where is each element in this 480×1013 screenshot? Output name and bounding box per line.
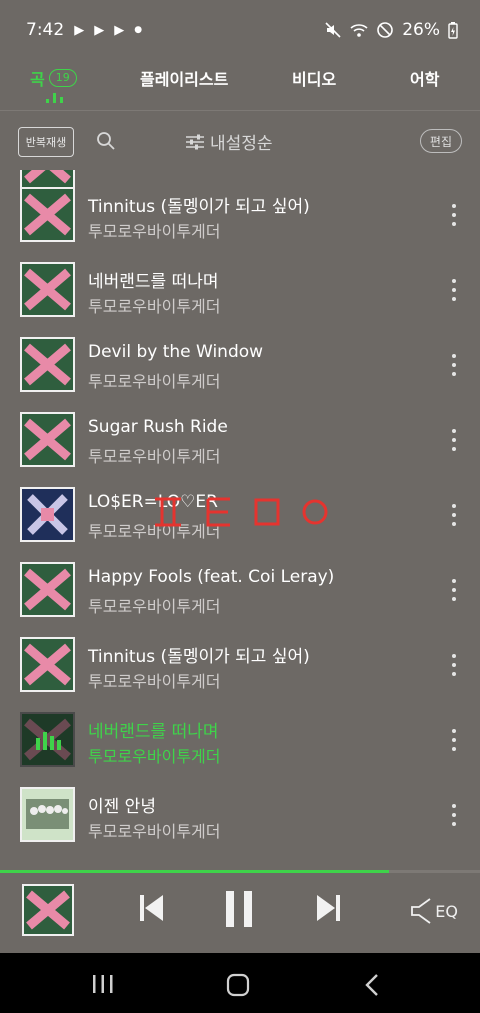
- list-toolbar: 반복재생 내설정순 편집: [0, 110, 480, 170]
- search-icon[interactable]: [96, 131, 116, 151]
- more-vertical-icon[interactable]: [452, 204, 456, 226]
- list-item[interactable]: 네버랜드를 떠나며 투모로우바이투게더: [0, 253, 480, 328]
- list-item[interactable]: Happy Fools (feat. Coi Leray) 투모로우바이투게더: [0, 553, 480, 628]
- album-art: [20, 187, 75, 242]
- list-item[interactable]: 이젠 안녕 투모로우바이투게더: [0, 778, 480, 853]
- active-tab-equalizer-icon: [46, 93, 64, 103]
- more-vertical-icon[interactable]: [452, 654, 456, 676]
- skip-previous-icon[interactable]: [140, 894, 164, 922]
- song-artist: 투모로우바이투게더: [88, 747, 221, 766]
- now-playing-album-art[interactable]: [22, 884, 74, 936]
- song-title: 이젠 안녕: [88, 797, 156, 817]
- album-art: [20, 262, 75, 317]
- song-title: Devil by the Window: [88, 342, 264, 362]
- more-vertical-icon[interactable]: [452, 729, 456, 751]
- more-vertical-icon[interactable]: [452, 804, 456, 826]
- album-art: [20, 562, 75, 617]
- song-artist: 투모로우바이투게더: [88, 372, 221, 391]
- tab-playlist[interactable]: 플레이리스트: [140, 66, 228, 90]
- back-icon[interactable]: [364, 973, 380, 997]
- list-item[interactable]: Tinnitus (돌멩이가 되고 싶어) 투모로우바이투게더: [0, 178, 480, 253]
- song-title: Tinnitus (돌멩이가 되고 싶어): [88, 647, 310, 667]
- song-artist: 투모로우바이투게더: [88, 447, 221, 466]
- song-artist: 투모로우바이투게더: [88, 672, 221, 691]
- pause-icon[interactable]: [224, 890, 254, 928]
- song-title: Happy Fools (feat. Coi Leray): [88, 567, 335, 587]
- media-play-icon: ▶: [74, 22, 85, 38]
- more-vertical-icon[interactable]: [452, 429, 456, 451]
- media-play-icon: ▶: [114, 22, 125, 38]
- tab-song[interactable]: 곡 19: [30, 66, 77, 90]
- battery-percent: 26%: [402, 20, 440, 40]
- song-artist: 투모로우바이투게더: [88, 222, 221, 241]
- song-count-badge: 19: [48, 69, 77, 87]
- list-item[interactable]: Tinnitus (돌멩이가 되고 싶어) 투모로우바이투게더: [0, 628, 480, 703]
- eq-button[interactable]: EQ: [411, 898, 458, 924]
- edit-label: 편집: [429, 134, 452, 149]
- overlay-glyphs: [155, 497, 328, 527]
- song-title: 네버랜드를 떠나며: [88, 722, 219, 742]
- album-art: [20, 787, 75, 842]
- mini-player: EQ: [0, 870, 480, 953]
- album-art: [20, 712, 75, 767]
- list-item[interactable]: Sugar Rush Ride 투모로우바이투게더: [0, 403, 480, 478]
- wifi-icon: [350, 24, 368, 37]
- recent-apps-icon[interactable]: [92, 974, 114, 994]
- sort-button[interactable]: 내설정순: [186, 129, 273, 154]
- status-time: 7:42: [26, 20, 65, 40]
- sort-sliders-icon: [186, 134, 204, 149]
- song-title: Sugar Rush Ride: [88, 417, 228, 437]
- song-title: Tinnitus (돌멩이가 되고 싶어): [88, 197, 310, 217]
- tab-video[interactable]: 비디오: [292, 66, 336, 90]
- notification-dot-icon: ●: [134, 25, 143, 35]
- skip-next-icon[interactable]: [316, 894, 340, 922]
- album-art: [20, 487, 75, 542]
- album-art: [20, 412, 75, 467]
- repeat-label: 반복재생: [25, 136, 67, 149]
- category-tabs: 곡 19 플레이리스트 비디오 어학: [0, 60, 480, 110]
- do-not-disturb-icon: [377, 22, 394, 38]
- tab-song-label: 곡: [30, 70, 45, 89]
- battery-charging-icon: [448, 22, 458, 39]
- status-bar: 7:42 ▶ ▶ ▶ ● 26%: [0, 0, 480, 60]
- list-item-now-playing[interactable]: 네버랜드를 떠나며 투모로우바이투게더: [0, 703, 480, 778]
- playback-progress[interactable]: [0, 870, 480, 873]
- playback-progress-fill: [0, 870, 389, 873]
- album-art: [20, 637, 75, 692]
- song-artist: 투모로우바이투게더: [88, 597, 221, 616]
- media-play-icon: ▶: [94, 22, 105, 38]
- list-item[interactable]: Devil by the Window 투모로우바이투게더: [0, 328, 480, 403]
- speaker-eq-icon: [411, 898, 431, 924]
- system-navigation-bar: [0, 953, 480, 1013]
- sort-label: 내설정순: [210, 134, 273, 154]
- more-vertical-icon[interactable]: [452, 504, 456, 526]
- song-artist: 투모로우바이투게더: [88, 297, 221, 316]
- song-artist: 투모로우바이투게더: [88, 822, 221, 841]
- more-vertical-icon[interactable]: [452, 354, 456, 376]
- mute-icon: [325, 22, 341, 38]
- tab-language[interactable]: 어학: [410, 66, 439, 90]
- more-vertical-icon[interactable]: [452, 579, 456, 601]
- album-art: [20, 337, 75, 392]
- more-vertical-icon[interactable]: [452, 279, 456, 301]
- song-title: 네버랜드를 떠나며: [88, 272, 219, 292]
- eq-label: EQ: [435, 901, 458, 921]
- edit-button[interactable]: 편집: [419, 129, 462, 153]
- repeat-button[interactable]: 반복재생: [18, 127, 74, 157]
- home-icon[interactable]: [226, 973, 250, 997]
